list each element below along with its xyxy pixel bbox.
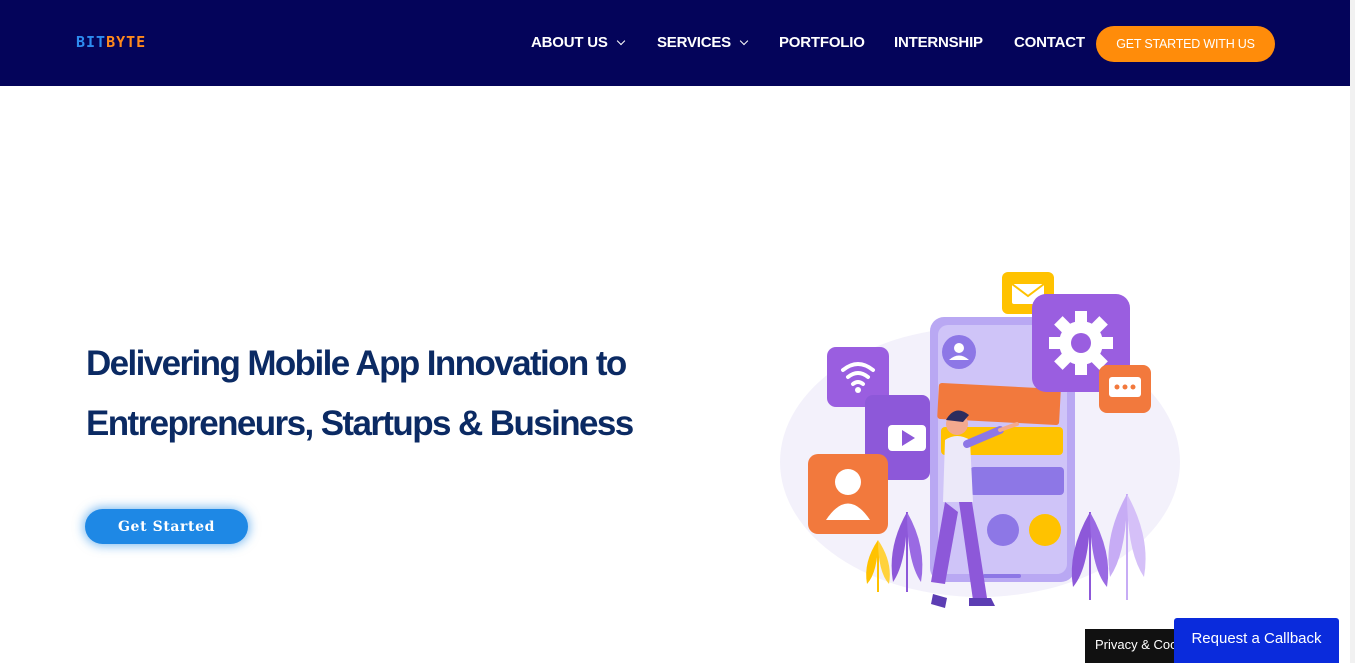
get-started-button[interactable]: Get Started: [85, 509, 248, 544]
purple-card: [970, 467, 1064, 495]
yellow-dot: [1029, 514, 1061, 546]
site-header: BIT BYTE ABOUT US SERVICES PORTFOLIO INTE…: [0, 0, 1350, 86]
gear-icon: [1049, 311, 1113, 375]
nav-item-label: PORTFOLIO: [779, 34, 865, 51]
logo[interactable]: BIT BYTE: [76, 33, 147, 51]
chat-dot-3: [1130, 384, 1136, 390]
chat-dot-2: [1122, 384, 1128, 390]
hero-title-line-2: Entrepreneurs, Startups & Business: [86, 404, 634, 443]
nav-item-about-us[interactable]: ABOUT US: [531, 34, 625, 51]
user-icon-head: [954, 343, 964, 353]
mobile-app-illustration: [780, 272, 1180, 608]
nav-item-internship[interactable]: INTERNSHIP: [894, 34, 983, 51]
nav-item-label: ABOUT US: [531, 34, 608, 51]
chat-dot-1: [1114, 384, 1120, 390]
nav-item-contact[interactable]: CONTACT: [1014, 34, 1085, 51]
hero-title: Delivering Mobile App Innovation to Entr…: [86, 334, 686, 454]
purple-dot: [987, 514, 1019, 546]
nav-item-label: INTERNSHIP: [894, 34, 983, 51]
phone-home-bar: [983, 574, 1021, 578]
logo-part-byte: BYTE: [106, 33, 147, 51]
nav-item-label: SERVICES: [657, 34, 731, 51]
page-scrollbar[interactable]: [1350, 0, 1355, 663]
nav-item-label: CONTACT: [1014, 34, 1085, 51]
chevron-down-icon: [616, 36, 625, 45]
nav-item-portfolio[interactable]: PORTFOLIO: [779, 34, 865, 51]
wifi-icon-dot: [855, 387, 861, 393]
chevron-down-icon: [739, 36, 749, 45]
profile-icon-head: [835, 469, 861, 495]
page: BIT BYTE ABOUT US SERVICES PORTFOLIO INTE…: [0, 0, 1355, 663]
logo-part-bit: BIT: [76, 33, 107, 51]
request-callback-button[interactable]: Request a Callback: [1174, 618, 1339, 663]
get-started-with-us-button[interactable]: GET STARTED WITH US: [1096, 26, 1275, 62]
nav-item-services[interactable]: SERVICES: [657, 34, 749, 51]
hero-title-line-1: Delivering Mobile App Innovation to: [86, 344, 627, 383]
